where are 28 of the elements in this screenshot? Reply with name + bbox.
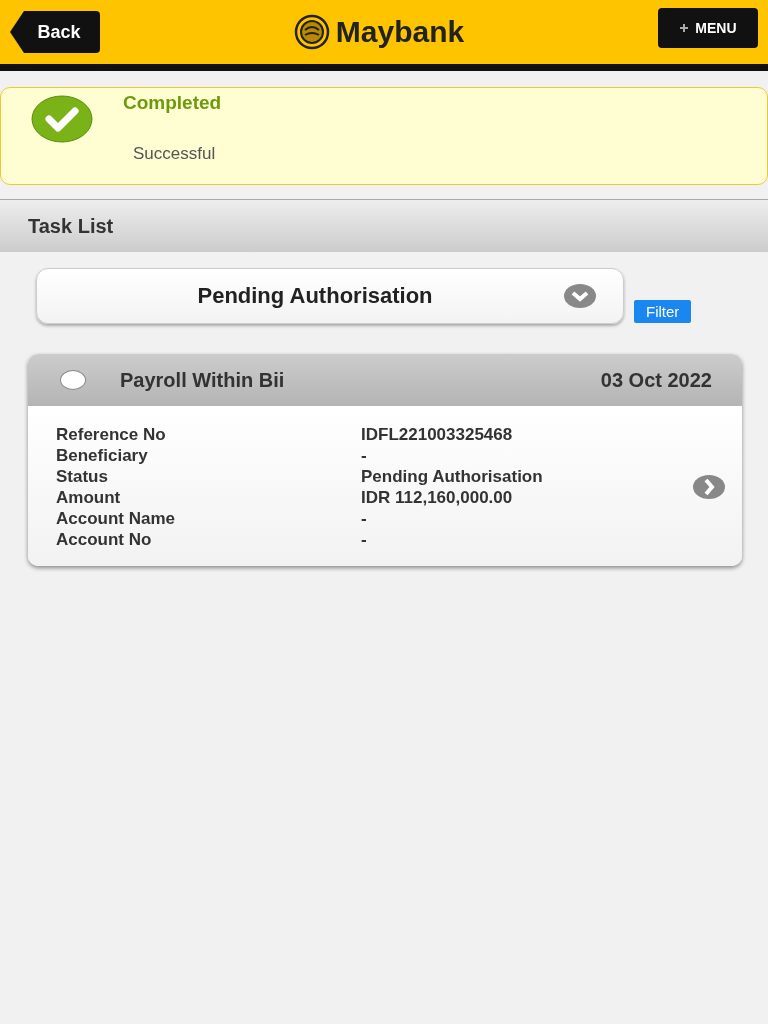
task-card[interactable]: Payroll Within Bii 03 Oct 2022 Reference No IDFL221003325468 Beneficiary - Status Pending Authorisation Amount IDR 112,160,000.00 Account Name - Account No - (28, 354, 742, 566)
chevron-right-icon[interactable] (692, 474, 726, 500)
task-date: 03 Oct 2022 (600, 368, 712, 392)
field-label: Beneficiary (56, 445, 149, 466)
field-value: IDR 112,160,000.00 (361, 487, 514, 508)
radio-button[interactable] (60, 370, 86, 390)
logo-text: Maybank (335, 15, 465, 49)
field-value: Pending Authorisation (361, 466, 544, 487)
field-label: Account No (56, 529, 153, 550)
field-label: Account Name (56, 508, 177, 529)
menu-button[interactable]: MENU (658, 8, 758, 48)
field-label: Reference No (56, 424, 167, 445)
check-icon (31, 94, 93, 144)
status-dropdown[interactable]: Pending Authorisation (36, 268, 624, 324)
task-title: Payroll Within Bii (120, 368, 286, 392)
chevron-down-icon (563, 283, 597, 309)
field-value: - (361, 445, 368, 466)
field-value: IDFL221003325468 (361, 424, 514, 445)
field-label: Status (56, 466, 109, 487)
section-title: Task List (28, 214, 114, 238)
field-label: Amount (56, 487, 122, 508)
field-value: - (361, 508, 368, 529)
field-value: - (361, 529, 368, 550)
notice-title: Completed (123, 92, 222, 114)
filter-button[interactable]: Filter (634, 299, 692, 323)
back-button[interactable]: Back (10, 11, 100, 53)
plus-icon (679, 23, 690, 33)
notice-message: Successful (133, 144, 217, 164)
